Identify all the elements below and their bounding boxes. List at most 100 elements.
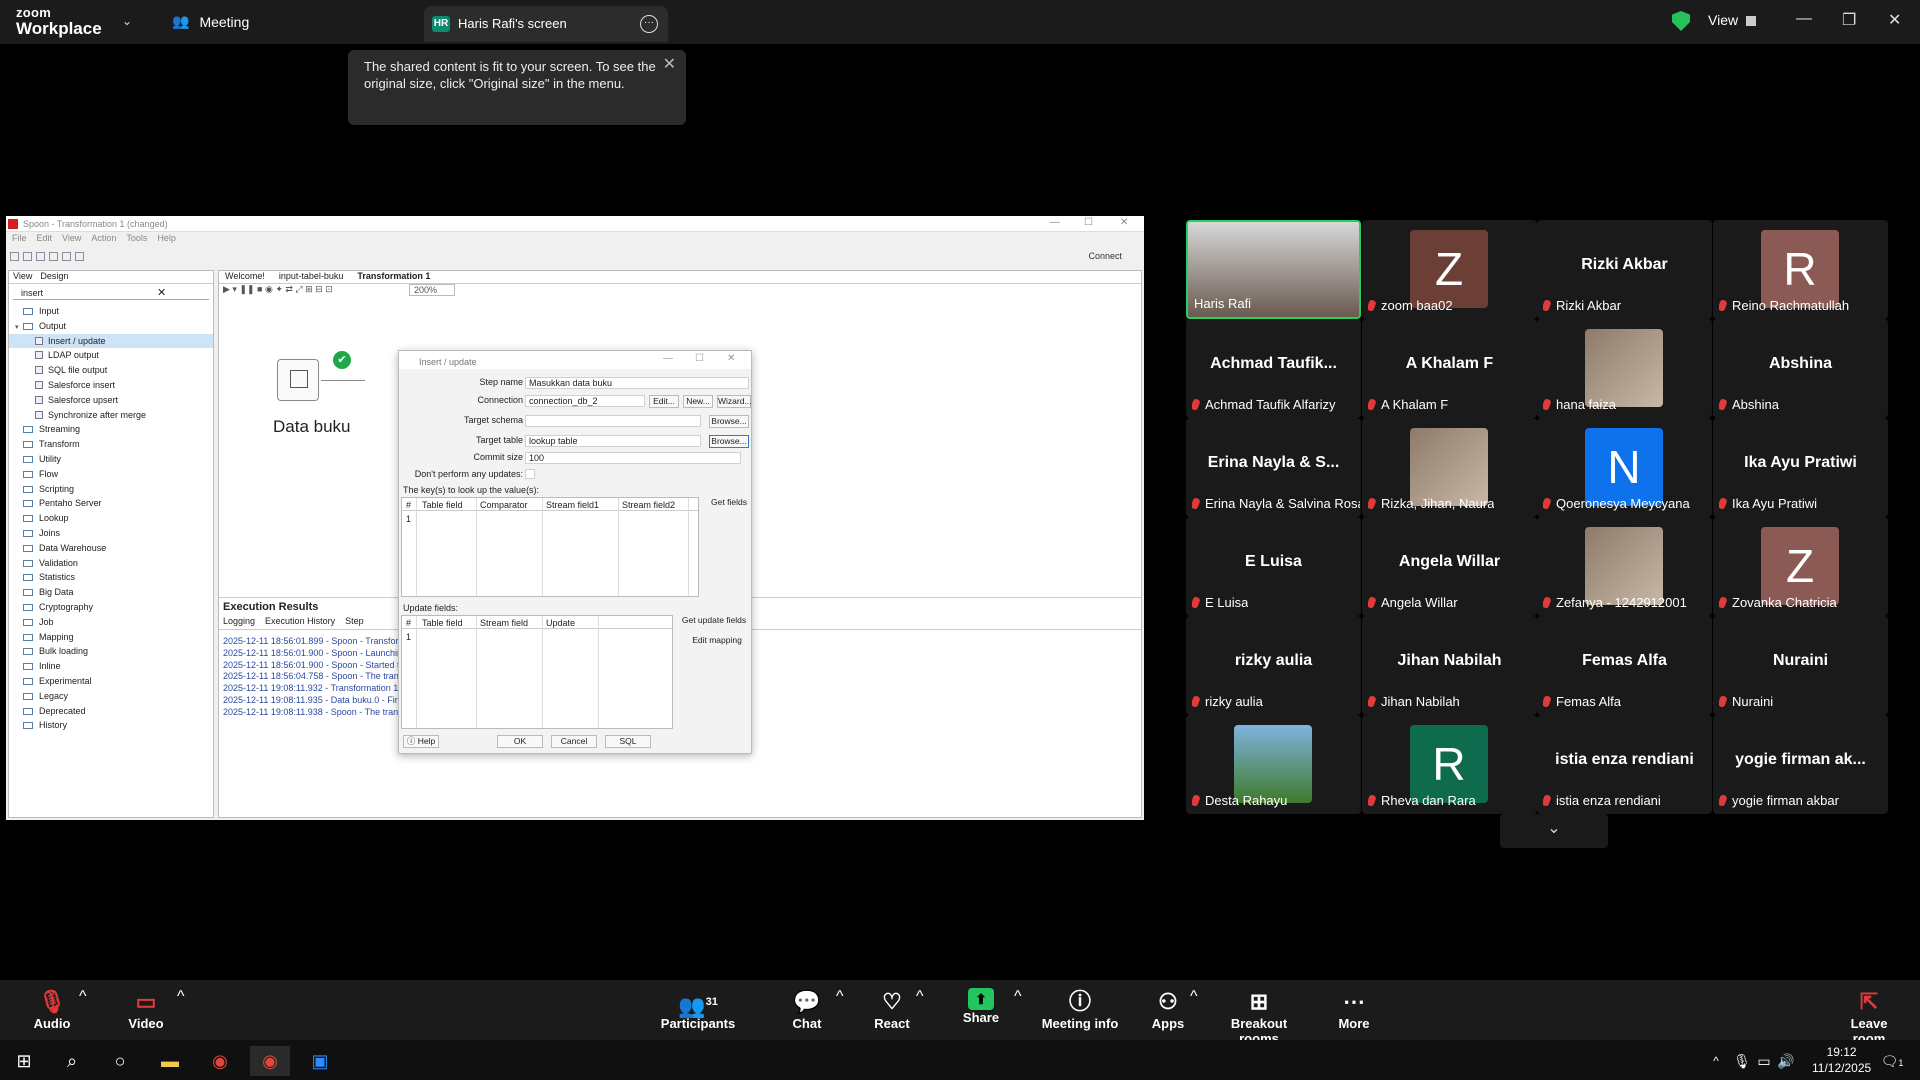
- menu-tools[interactable]: Tools: [126, 233, 147, 247]
- participant-tile[interactable]: Ika Ayu Pratiwi Ika Ayu Pratiwi: [1713, 418, 1888, 517]
- tree-step-item[interactable]: Salesforce insert: [9, 378, 213, 393]
- tree-category[interactable]: Deprecated: [9, 704, 213, 719]
- step-name-input[interactable]: Masukkan data buku: [525, 377, 749, 389]
- menu-action[interactable]: Action: [91, 233, 116, 247]
- help-button[interactable]: ⓘ Help: [403, 735, 439, 748]
- tree-category[interactable]: Flow: [9, 467, 213, 482]
- chrome-icon[interactable]: ◉: [200, 1046, 240, 1076]
- participant-tile[interactable]: Rizka, Jihan, Naura: [1362, 418, 1537, 517]
- participant-tile[interactable]: Zzoom baa02: [1362, 220, 1537, 319]
- tree-category[interactable]: Job: [9, 615, 213, 630]
- participant-tile[interactable]: rizky aulia rizky aulia: [1186, 616, 1361, 715]
- tree-category[interactable]: Inline: [9, 659, 213, 674]
- browse-table-button[interactable]: Browse...: [709, 435, 749, 448]
- shared-screen-tab[interactable]: HR Haris Rafi's screen ···: [424, 6, 668, 42]
- menu-view[interactable]: View: [62, 233, 81, 247]
- keys-table[interactable]: # Table field Comparator Stream field1 S…: [401, 497, 699, 597]
- tree-step-item[interactable]: LDAP output: [9, 348, 213, 363]
- chat-button[interactable]: 💬 Chat: [780, 980, 834, 1040]
- apps-button[interactable]: ⚇ Apps: [1148, 980, 1188, 1040]
- tree-step-item[interactable]: SQL file output: [9, 363, 213, 378]
- tree-category[interactable]: Pentaho Server: [9, 496, 213, 511]
- notifications-icon[interactable]: 🗨1: [1872, 1046, 1912, 1076]
- react-button[interactable]: ♡ React: [866, 980, 918, 1040]
- react-caret-icon[interactable]: ^: [916, 988, 924, 1006]
- update-fields-table[interactable]: # Table field Stream field Update 1: [401, 615, 673, 729]
- menu-edit[interactable]: Edit: [37, 233, 53, 247]
- audio-options-caret-icon[interactable]: ^: [79, 988, 87, 1006]
- tree-category[interactable]: Streaming: [9, 422, 213, 437]
- tree-step-item[interactable]: Insert / update: [9, 333, 213, 349]
- new-connection-button[interactable]: New...: [683, 395, 713, 408]
- participant-tile[interactable]: Nuraini Nuraini: [1713, 616, 1888, 715]
- tree-category[interactable]: Statistics: [9, 570, 213, 585]
- apps-caret-icon[interactable]: ^: [1190, 988, 1198, 1006]
- get-fields-button[interactable]: Get fields: [709, 497, 749, 510]
- commit-size-input[interactable]: 100: [525, 452, 741, 464]
- chevron-down-icon[interactable]: ⌄: [122, 14, 132, 28]
- system-clock[interactable]: 19:12 11/12/2025: [1812, 1044, 1871, 1076]
- volume-icon[interactable]: 🔊: [1766, 1046, 1806, 1076]
- tab-transformation-1[interactable]: Transformation 1: [357, 271, 430, 283]
- get-update-fields-button[interactable]: Get update fields: [677, 615, 751, 628]
- zoom-select[interactable]: 200%: [409, 284, 455, 296]
- video-button[interactable]: ▭ Video: [124, 980, 168, 1040]
- participant-tile[interactable]: Femas Alfa Femas Alfa: [1537, 616, 1712, 715]
- explore-icon[interactable]: [36, 252, 45, 261]
- menu-help[interactable]: Help: [157, 233, 176, 247]
- task-view-icon[interactable]: ○: [100, 1046, 140, 1076]
- layers-icon[interactable]: [75, 252, 84, 261]
- audio-button[interactable]: 🎙 Audio: [30, 980, 74, 1040]
- connect-button[interactable]: Connect: [1088, 251, 1122, 261]
- participant-tile[interactable]: Erina Nayla & S... Erina Nayla & Salvina …: [1186, 418, 1361, 517]
- browse-schema-button[interactable]: Browse...: [709, 415, 749, 428]
- menu-file[interactable]: File: [12, 233, 27, 247]
- restore-icon[interactable]: ❐: [1842, 10, 1856, 30]
- tab-step-metrics[interactable]: Step: [345, 616, 364, 629]
- participant-tile[interactable]: Desta Rahayu: [1186, 715, 1361, 814]
- participant-tile[interactable]: Haris Rafi: [1186, 220, 1361, 319]
- new-file-icon[interactable]: [10, 252, 19, 261]
- dialog-close-icon[interactable]: ✕: [727, 353, 735, 364]
- share-caret-icon[interactable]: ^: [1014, 988, 1022, 1006]
- participant-tile[interactable]: E Luisa E Luisa: [1186, 517, 1361, 616]
- spoon-minimize-icon[interactable]: —: [1050, 217, 1060, 228]
- leave-room-button[interactable]: ⇱ Leave room: [1834, 980, 1904, 1046]
- save-as-icon[interactable]: [62, 252, 71, 261]
- dialog-minimize-icon[interactable]: —: [663, 353, 673, 364]
- tree-category[interactable]: Cryptography: [9, 600, 213, 615]
- save-icon[interactable]: [49, 252, 58, 261]
- participant-tile[interactable]: Rizki Akbar Rizki Akbar: [1537, 220, 1712, 319]
- participants-button[interactable]: 👥31 Participants: [660, 980, 736, 1040]
- tree-category[interactable]: Mapping: [9, 630, 213, 645]
- tree-category[interactable]: Joins: [9, 526, 213, 541]
- tree-category[interactable]: History: [9, 718, 213, 733]
- close-icon[interactable]: ✕: [1888, 10, 1901, 30]
- tree-category[interactable]: Transform: [9, 437, 213, 452]
- spoon-maximize-icon[interactable]: ☐: [1084, 217, 1093, 228]
- more-button[interactable]: ⋯ More: [1334, 980, 1374, 1040]
- tab-logging[interactable]: Logging: [223, 616, 255, 629]
- edit-mapping-button[interactable]: Edit mapping: [685, 635, 749, 648]
- tree-category[interactable]: ▾ Output: [9, 319, 213, 334]
- clear-search-icon[interactable]: ✕: [157, 286, 166, 299]
- tree-category[interactable]: Validation: [9, 556, 213, 571]
- tree-category[interactable]: Lookup: [9, 511, 213, 526]
- file-explorer-icon[interactable]: ▬: [150, 1046, 190, 1076]
- tab-input-tabel-buku[interactable]: input-tabel-buku: [279, 271, 344, 283]
- more-options-icon[interactable]: ···: [640, 15, 658, 33]
- tree-category[interactable]: Data Warehouse: [9, 541, 213, 556]
- tree-category[interactable]: Experimental: [9, 674, 213, 689]
- open-icon[interactable]: [23, 252, 32, 261]
- share-button[interactable]: ⬆ Share: [956, 980, 1006, 1040]
- participant-tile[interactable]: Zefanya - 1242912001: [1537, 517, 1712, 616]
- participant-tile[interactable]: N Qoeronesya Meycyana: [1537, 418, 1712, 517]
- tab-design[interactable]: Design: [40, 271, 68, 283]
- participant-tile[interactable]: A Khalam F A Khalam F: [1362, 319, 1537, 418]
- windows-start-icon[interactable]: ⊞: [4, 1046, 44, 1076]
- connection-select[interactable]: connection_db_2: [525, 395, 645, 407]
- participant-tile[interactable]: yogie firman ak... yogie firman akbar: [1713, 715, 1888, 814]
- participant-tile[interactable]: Abshina Abshina: [1713, 319, 1888, 418]
- minimize-icon[interactable]: —: [1796, 10, 1812, 28]
- tree-category[interactable]: Legacy: [9, 689, 213, 704]
